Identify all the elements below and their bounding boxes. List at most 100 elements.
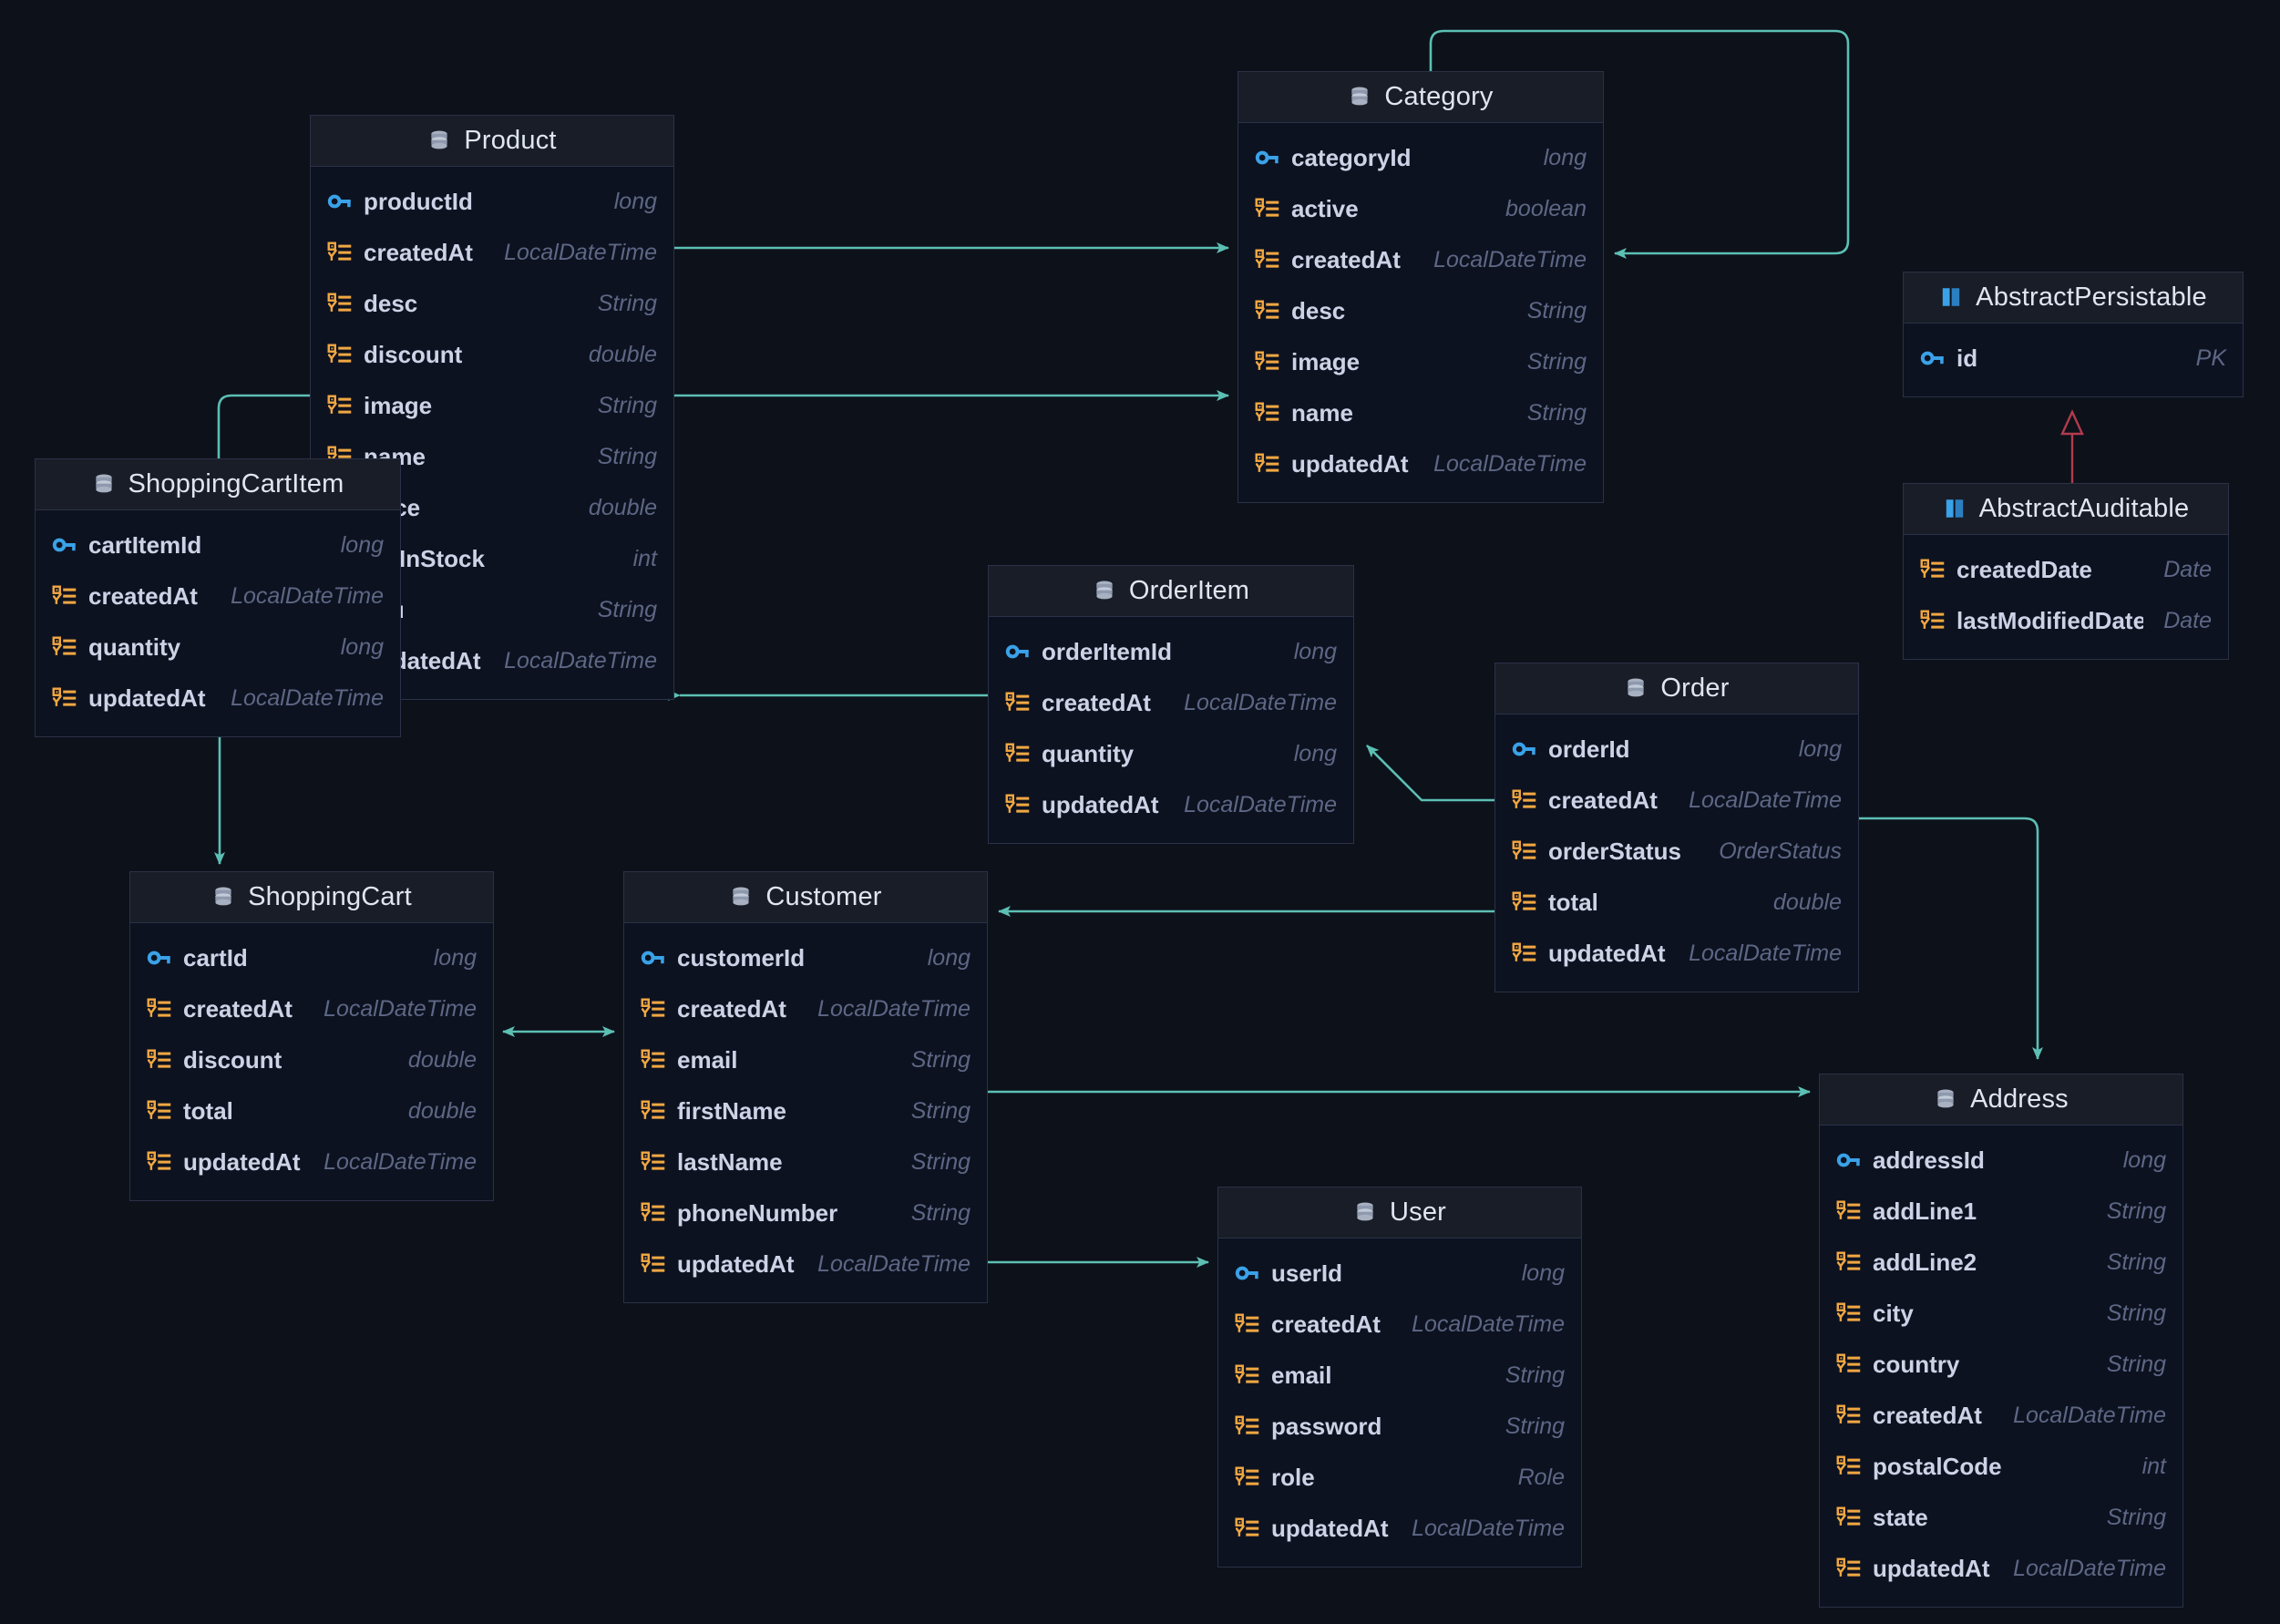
field-name: updatedAt <box>677 1249 795 1278</box>
entity-header-shopping-cart-item[interactable]: ShoppingCartItem <box>36 459 400 510</box>
field-row[interactable]: updatedAt LocalDateTime <box>989 779 1353 830</box>
field-row[interactable]: cartItemId long <box>36 519 400 570</box>
entity-category[interactable]: Category categoryId long active boolean creat… <box>1238 71 1604 503</box>
edge-order-to-orderitem <box>1366 745 1494 802</box>
field-row[interactable]: addLine1 String <box>1820 1186 2182 1237</box>
er-diagram-canvas[interactable]: Product productId long createdAt LocalDateTi… <box>0 0 2280 1624</box>
entity-order[interactable]: Order orderId long createdAt LocalDateTime or… <box>1494 663 1859 992</box>
field-row[interactable]: updatedAt LocalDateTime <box>1218 1503 1581 1554</box>
field-row[interactable]: updatedAt LocalDateTime <box>36 673 400 724</box>
entity-header-shopping-cart[interactable]: ShoppingCart <box>130 872 493 923</box>
entity-address[interactable]: Address addressId long addLine1 String addLin… <box>1819 1074 2183 1608</box>
field-row[interactable]: country String <box>1820 1339 2182 1390</box>
field-icon <box>1005 741 1031 766</box>
field-row[interactable]: image String <box>311 380 673 431</box>
entity-shopping-cart[interactable]: ShoppingCart cartId long createdAt LocalDate… <box>129 871 494 1201</box>
field-name: updatedAt <box>1042 790 1159 818</box>
entity-header-product[interactable]: Product <box>311 116 673 167</box>
entity-header-abstract-auditable[interactable]: AbstractAuditable <box>1904 484 2228 535</box>
entity-abstract-auditable[interactable]: AbstractAuditable createdDate Date lastModi… <box>1903 483 2229 660</box>
field-type: long <box>613 188 657 214</box>
field-row[interactable]: lastName String <box>624 1136 987 1187</box>
field-row[interactable]: updatedAt LocalDateTime <box>1820 1543 2182 1594</box>
entity-abstract-persistable[interactable]: AbstractPersistable id PK <box>1903 272 2244 397</box>
field-row[interactable]: phoneNumber String <box>624 1187 987 1239</box>
field-row[interactable]: updatedAt LocalDateTime <box>624 1239 987 1290</box>
field-row[interactable]: orderItemId long <box>989 626 1353 677</box>
field-row[interactable]: createdAt LocalDateTime <box>624 983 987 1034</box>
field-row[interactable]: desc String <box>311 278 673 329</box>
field-name: updatedAt <box>183 1147 301 1176</box>
field-row[interactable]: orderId long <box>1495 724 1858 775</box>
entity-user[interactable]: User userId long createdAt LocalDateTime emai… <box>1217 1187 1582 1567</box>
field-row[interactable]: productId long <box>311 176 673 227</box>
entity-header-order[interactable]: Order <box>1495 663 1858 714</box>
field-row[interactable]: categoryId long <box>1238 132 1603 183</box>
field-row[interactable]: createdAt LocalDateTime <box>130 983 493 1034</box>
entity-header-category[interactable]: Category <box>1238 72 1603 123</box>
field-row[interactable]: discount double <box>130 1034 493 1085</box>
field-row[interactable]: email String <box>624 1034 987 1085</box>
entity-customer[interactable]: Customer customerId long createdAt LocalDate… <box>623 871 988 1303</box>
field-row[interactable]: name String <box>1238 387 1603 438</box>
field-icon <box>641 1149 666 1175</box>
field-icon <box>1920 608 1946 633</box>
field-row[interactable]: createdAt LocalDateTime <box>36 570 400 622</box>
field-row[interactable]: createdAt LocalDateTime <box>1218 1299 1581 1350</box>
field-row[interactable]: role Role <box>1218 1452 1581 1503</box>
field-row[interactable]: total double <box>1495 877 1858 928</box>
field-icon <box>1235 1311 1260 1337</box>
field-row[interactable]: addressId long <box>1820 1135 2182 1186</box>
entity-header-abstract-persistable[interactable]: AbstractPersistable <box>1904 272 2243 324</box>
field-row[interactable]: createdAt LocalDateTime <box>311 227 673 278</box>
entity-header-customer[interactable]: Customer <box>624 872 987 923</box>
field-type: String <box>1526 399 1587 426</box>
field-row[interactable]: lastModifiedDate Date <box>1904 595 2228 646</box>
field-name: email <box>1271 1361 1332 1389</box>
field-name: postalCode <box>1873 1452 2002 1480</box>
field-row[interactable]: updatedAt LocalDateTime <box>130 1136 493 1187</box>
field-row[interactable]: createdDate Date <box>1904 544 2228 595</box>
entity-header-address[interactable]: Address <box>1820 1074 2182 1125</box>
field-row[interactable]: addLine2 String <box>1820 1237 2182 1288</box>
field-type: LocalDateTime <box>231 684 384 711</box>
field-row[interactable]: customerId long <box>624 932 987 983</box>
field-row[interactable]: image String <box>1238 336 1603 387</box>
field-row[interactable]: cartId long <box>130 932 493 983</box>
field-row[interactable]: updatedAt LocalDateTime <box>1238 438 1603 489</box>
field-row[interactable]: total double <box>130 1085 493 1136</box>
field-row[interactable]: createdAt LocalDateTime <box>1238 234 1603 285</box>
field-row[interactable]: password String <box>1218 1401 1581 1452</box>
entity-header-user[interactable]: User <box>1218 1187 1581 1239</box>
field-type: double <box>407 1046 477 1073</box>
entity-header-order-item[interactable]: OrderItem <box>989 566 1353 617</box>
field-name: createdAt <box>1548 786 1658 814</box>
key-icon <box>1235 1260 1260 1286</box>
field-row[interactable]: state String <box>1820 1492 2182 1543</box>
field-row[interactable]: orderStatus OrderStatus <box>1495 826 1858 877</box>
field-row[interactable]: userId long <box>1218 1248 1581 1299</box>
field-row[interactable]: email String <box>1218 1350 1581 1401</box>
field-row[interactable]: firstName String <box>624 1085 987 1136</box>
field-icon <box>1235 1516 1260 1541</box>
field-row[interactable]: createdAt LocalDateTime <box>1495 775 1858 826</box>
field-name: orderId <box>1548 735 1630 763</box>
field-type: LocalDateTime <box>324 1148 477 1175</box>
field-row[interactable]: updatedAt LocalDateTime <box>1495 928 1858 979</box>
field-icon <box>327 393 353 418</box>
field-row[interactable]: discount double <box>311 329 673 380</box>
entity-shopping-cart-item[interactable]: ShoppingCartItem cartItemId long createdAt L… <box>35 458 401 737</box>
field-row[interactable]: createdAt LocalDateTime <box>1820 1390 2182 1441</box>
field-row[interactable]: createdAt LocalDateTime <box>989 677 1353 728</box>
field-row[interactable]: desc String <box>1238 285 1603 336</box>
field-row[interactable]: quantity long <box>36 622 400 673</box>
field-row[interactable]: id PK <box>1904 333 2243 384</box>
entity-order-item[interactable]: OrderItem orderItemId long createdAt LocalDa… <box>988 565 1354 844</box>
field-row[interactable]: active boolean <box>1238 183 1603 234</box>
field-row[interactable]: postalCode int <box>1820 1441 2182 1492</box>
field-row[interactable]: city String <box>1820 1288 2182 1339</box>
field-name: updatedAt <box>1548 939 1666 967</box>
field-row[interactable]: quantity long <box>989 728 1353 779</box>
field-type: String <box>1505 1413 1565 1439</box>
field-type: String <box>910 1046 971 1073</box>
